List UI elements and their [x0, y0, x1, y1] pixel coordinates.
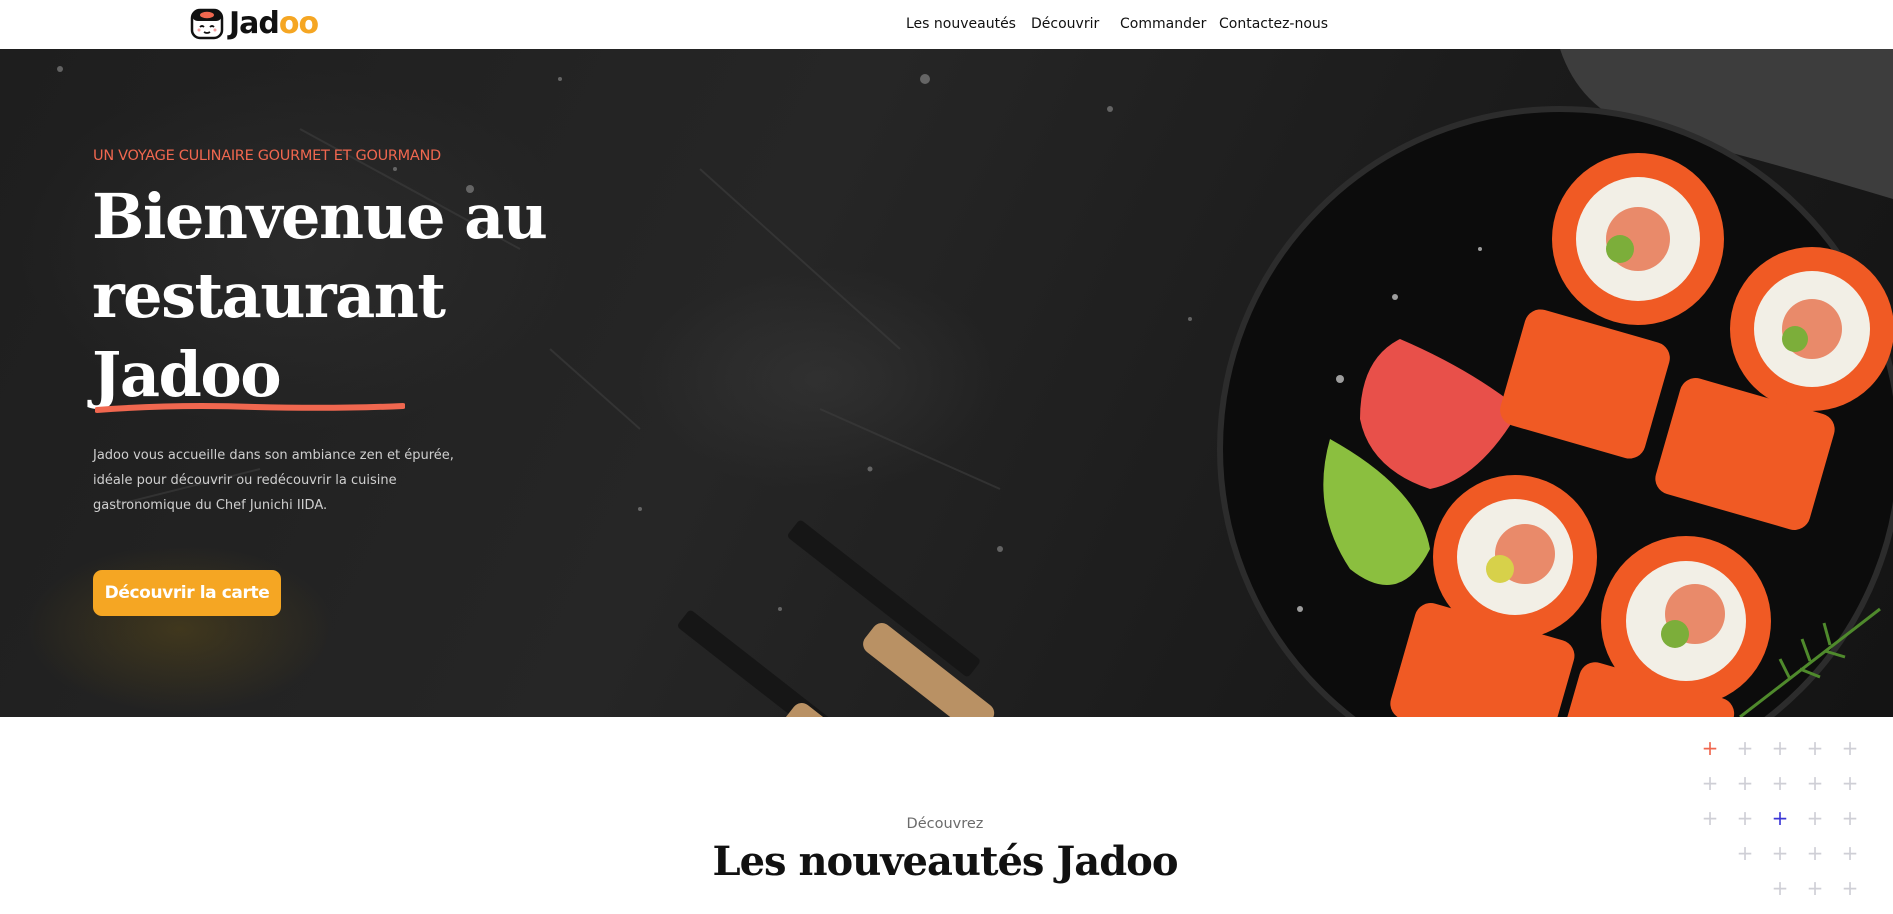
hero-title-line-2: restaurant	[92, 259, 446, 332]
nav-link-commander[interactable]: Commander	[1120, 14, 1206, 34]
section-subtitle: Découvrez	[906, 816, 984, 832]
plus-icon: +	[1841, 736, 1859, 760]
nav-link-nouveautes[interactable]: Les nouveautés	[906, 14, 1016, 34]
hero-title: Bienvenue au restaurant Jadoo	[92, 177, 572, 414]
hero-tagline: UN VOYAGE CULINAIRE GOURMET ET GOURMAND	[93, 148, 441, 164]
logo-text: Jadoo	[229, 6, 319, 42]
plus-icon: +	[1771, 736, 1789, 760]
sushi-face-icon	[190, 8, 224, 40]
plus-icon: +	[1841, 771, 1859, 795]
hero-title-line-1: Bienvenue au	[92, 180, 548, 253]
plus-icon: +	[1736, 771, 1754, 795]
site-header: Jadoo Les nouveautés Découvrir Commander…	[0, 0, 1893, 49]
logo-text-main: Jad	[229, 6, 280, 41]
plus-icon: +	[1701, 771, 1719, 795]
hero-section: UN VOYAGE CULINAIRE GOURMET ET GOURMAND …	[0, 49, 1893, 717]
logo[interactable]: Jadoo	[189, 6, 319, 42]
nav-link-decouvrir[interactable]: Découvrir	[1031, 14, 1099, 34]
section-title: Les nouveautés Jadoo	[712, 838, 1178, 885]
logo-text-accent: oo	[278, 6, 319, 41]
nav-link-contact[interactable]: Contactez-nous	[1219, 14, 1328, 34]
plus-icon: +	[1771, 771, 1789, 795]
plus-icon: +	[1806, 736, 1824, 760]
plus-icon: +	[1736, 736, 1754, 760]
brush-underline	[95, 403, 405, 413]
discover-menu-button[interactable]: Découvrir la carte	[93, 570, 281, 616]
plus-icon: +	[1806, 771, 1824, 795]
plus-icon: +	[1701, 736, 1719, 760]
hero-description: Jadoo vous accueille dans son ambiance z…	[93, 448, 454, 513]
